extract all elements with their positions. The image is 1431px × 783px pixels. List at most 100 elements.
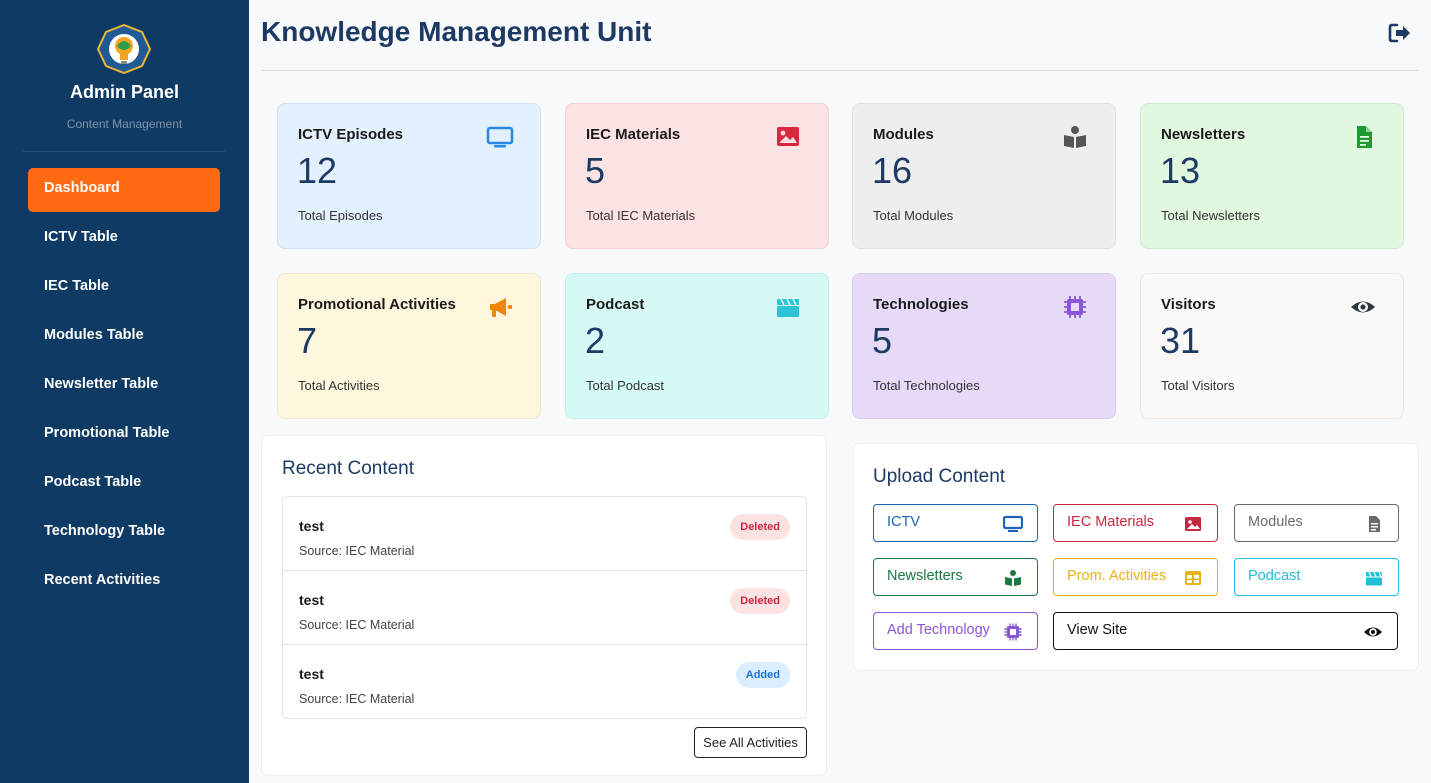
header-divider [261, 70, 1419, 71]
list-item[interactable]: test Source: IEC Material Deleted [283, 497, 806, 571]
upload-prom-activities-button[interactable]: Prom. Activities [1053, 558, 1218, 596]
book-reader-icon [1064, 126, 1086, 148]
sidebar-item-recent-activities[interactable]: Recent Activities [28, 560, 220, 604]
card-subtitle: Total Activities [298, 378, 380, 393]
recent-content-title: Recent Content [282, 458, 415, 479]
sidebar-item-newsletter-table[interactable]: Newsletter Table [28, 364, 220, 408]
sidebar-item-iec-table[interactable]: IEC Table [28, 266, 220, 310]
upload-ictv-button[interactable]: ICTV [873, 504, 1038, 542]
item-source: Source: IEC Material [299, 692, 415, 706]
clapperboard-icon [1366, 571, 1382, 586]
upload-iec-materials-button[interactable]: IEC Materials [1053, 504, 1218, 542]
chip-icon [1064, 296, 1086, 318]
file-icon [1369, 516, 1380, 532]
card-visitors: Visitors 31 Total Visitors [1140, 273, 1404, 419]
sidebar-brand: Admin Panel [69, 82, 180, 102]
item-name: test [299, 666, 324, 682]
image-icon [1185, 517, 1201, 531]
card-subtitle: Total Modules [873, 208, 954, 223]
button-label: Add Technology [887, 622, 990, 638]
recent-content-list: test Source: IEC Material Deleted test S… [282, 496, 807, 719]
card-title: IEC Materials [586, 126, 681, 143]
page-title: Knowledge Management Unit [261, 16, 652, 47]
tv-icon [1003, 515, 1023, 532]
card-subtitle: Total Episodes [298, 208, 383, 223]
button-label: IEC Materials [1067, 514, 1155, 530]
card-value: 13 [1160, 150, 1201, 191]
upload-content-panel: Upload Content ICTV IEC Materials Module… [852, 443, 1419, 671]
card-value: 5 [585, 150, 606, 191]
clapperboard-icon [777, 298, 799, 317]
item-name: test [299, 592, 324, 608]
sidebar-item-modules-table[interactable]: Modules Table [28, 315, 220, 359]
chip-icon [1004, 623, 1022, 641]
list-item[interactable]: test Source: IEC Material Deleted [283, 571, 806, 645]
list-item[interactable]: test Source: IEC Material Added [283, 645, 806, 719]
see-all-activities-button[interactable]: See All Activities [694, 727, 807, 758]
eye-icon [1351, 301, 1375, 313]
button-label: Podcast [1248, 568, 1301, 584]
sidebar-item-promotional-table[interactable]: Promotional Table [28, 413, 220, 457]
card-newsletters: Newsletters 13 Total Newsletters [1140, 103, 1404, 249]
sidebar: Admin Panel Content Management Dashboard… [0, 0, 249, 783]
item-source: Source: IEC Material [299, 544, 415, 558]
button-label: Newsletters [887, 568, 963, 584]
book-reader-icon [1005, 570, 1021, 586]
status-badge: Added [735, 662, 790, 688]
image-icon [777, 127, 799, 146]
upload-newsletters-button[interactable]: Newsletters [873, 558, 1038, 596]
item-source: Source: IEC Material [299, 618, 415, 632]
status-badge: Deleted [730, 588, 790, 614]
button-label: Modules [1248, 514, 1303, 530]
card-iec-materials: IEC Materials 5 Total IEC Materials [565, 103, 829, 249]
card-value: 2 [585, 320, 606, 361]
status-badge: Deleted [730, 514, 790, 540]
view-site-button[interactable]: View Site [1053, 612, 1398, 650]
card-value: 12 [297, 150, 338, 191]
recent-content-panel: Recent Content test Source: IEC Material… [261, 435, 827, 776]
sidebar-divider [23, 151, 225, 152]
card-title: Visitors [1161, 296, 1216, 313]
sidebar-item-podcast-table[interactable]: Podcast Table [28, 462, 220, 506]
card-title: Promotional Activities [298, 296, 456, 313]
card-modules: Modules 16 Total Modules [852, 103, 1116, 249]
button-label: ICTV [887, 514, 921, 530]
sign-out-icon[interactable] [1388, 22, 1412, 44]
upload-modules-button[interactable]: Modules [1234, 504, 1399, 542]
sidebar-item-ictv-table[interactable]: ICTV Table [28, 217, 220, 261]
sidebar-nav: Dashboard ICTV Table IEC Table Modules T… [28, 168, 220, 609]
card-ictv-episodes: ICTV Episodes 12 Total Episodes [277, 103, 541, 249]
upload-content-title: Upload Content [873, 466, 1006, 487]
sidebar-item-technology-table[interactable]: Technology Table [28, 511, 220, 555]
eye-icon [1364, 627, 1382, 637]
logo-icon [97, 24, 151, 74]
card-subtitle: Total Podcast [586, 378, 665, 393]
upload-podcast-button[interactable]: Podcast [1234, 558, 1399, 596]
megaphone-icon [490, 298, 512, 317]
card-podcast: Podcast 2 Total Podcast [565, 273, 829, 419]
item-name: test [299, 518, 324, 534]
card-title: Modules [873, 126, 934, 143]
card-promotional-activities: Promotional Activities 7 Total Activitie… [277, 273, 541, 419]
button-label: Prom. Activities [1067, 568, 1167, 584]
add-technology-button[interactable]: Add Technology [873, 612, 1038, 650]
card-value: 31 [1160, 320, 1201, 361]
card-title: Newsletters [1161, 126, 1246, 143]
sidebar-subtitle: Content Management [66, 117, 183, 131]
card-value: 16 [872, 150, 913, 191]
table-icon [1185, 571, 1201, 585]
card-value: 7 [297, 320, 318, 361]
tv-icon [486, 126, 514, 148]
card-value: 5 [872, 320, 893, 361]
card-title: Podcast [586, 296, 645, 313]
file-icon [1357, 126, 1372, 148]
card-title: ICTV Episodes [298, 126, 404, 143]
card-subtitle: Total Technologies [873, 378, 980, 393]
card-subtitle: Total Newsletters [1161, 208, 1260, 223]
sidebar-item-dashboard[interactable]: Dashboard [28, 168, 220, 212]
card-technologies: Technologies 5 Total Technologies [852, 273, 1116, 419]
card-subtitle: Total IEC Materials [586, 208, 696, 223]
card-subtitle: Total Visitors [1161, 378, 1235, 393]
card-title: Technologies [873, 296, 969, 313]
button-label: View Site [1067, 622, 1128, 638]
